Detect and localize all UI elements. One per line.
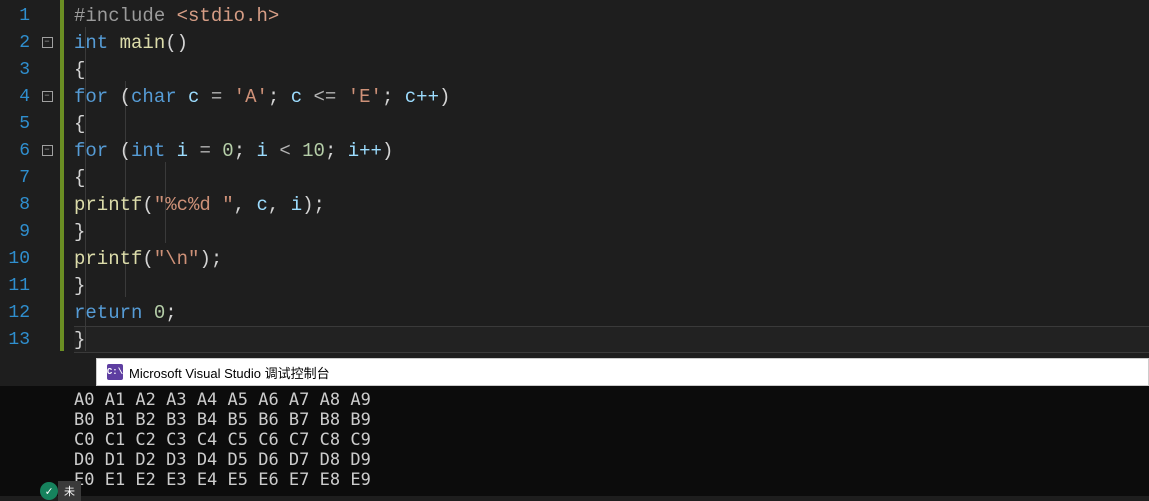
line-number: 13 <box>0 330 34 350</box>
code-line[interactable]: int main() <box>74 29 1149 56</box>
code-line[interactable]: #include <stdio.h> <box>74 2 1149 29</box>
line-number: 9 <box>0 222 34 242</box>
status-check-icon[interactable]: ✓ <box>40 482 58 500</box>
fold-toggle-icon[interactable]: − <box>42 37 53 48</box>
include-token: <stdio.h> <box>177 5 280 27</box>
code-editor[interactable]: 1 2− 3 4− 5 6− 7 8 9 10 11 12 13 #includ… <box>0 0 1149 358</box>
console-output[interactable]: A0 A1 A2 A3 A4 A5 A6 A7 A8 A9 B0 B1 B2 B… <box>0 386 1149 496</box>
console-titlebar[interactable]: C:\ Microsoft Visual Studio 调试控制台 <box>96 358 1149 386</box>
code-line[interactable]: printf("%c%d ", c, i); <box>74 191 1149 218</box>
line-number: 1 <box>0 6 34 26</box>
function-token: main <box>108 32 165 54</box>
line-number: 6 <box>0 141 34 161</box>
console-title-text: Microsoft Visual Studio 调试控制台 <box>129 363 330 382</box>
code-line[interactable]: for (int i = 0; i < 10; i++) <box>74 137 1149 164</box>
preprocessor-token: #include <box>74 5 177 27</box>
line-number: 4 <box>0 87 34 107</box>
code-line[interactable]: return 0; <box>74 299 1149 326</box>
type-token: char <box>131 86 177 108</box>
function-call: printf <box>74 194 142 216</box>
brace-token: { <box>74 59 85 81</box>
brace-token: } <box>74 275 85 297</box>
punct-token: () <box>165 32 188 54</box>
editor-gutter: 1 2− 3 4− 5 6− 7 8 9 10 11 12 13 <box>0 0 60 358</box>
code-area[interactable]: #include <stdio.h> int main() { for (cha… <box>60 0 1149 358</box>
debug-console-window: C:\ Microsoft Visual Studio 调试控制台 A0 A1 … <box>0 358 1149 496</box>
code-line-active[interactable]: } <box>74 326 1149 353</box>
keyword-token: return <box>74 302 142 324</box>
brace-token: } <box>74 221 85 243</box>
fold-toggle-icon[interactable]: − <box>42 145 53 156</box>
string-literal: "\n" <box>154 248 200 270</box>
line-number: 11 <box>0 276 34 296</box>
line-number: 3 <box>0 60 34 80</box>
keyword-token: for <box>74 140 108 162</box>
code-line[interactable]: { <box>74 164 1149 191</box>
type-token: int <box>131 140 165 162</box>
code-line[interactable]: for (char c = 'A'; c <= 'E'; c++) <box>74 83 1149 110</box>
char-literal: 'E' <box>348 86 382 108</box>
line-number: 10 <box>0 249 34 269</box>
line-number: 12 <box>0 303 34 323</box>
line-number: 8 <box>0 195 34 215</box>
status-bar: ✓ 未 <box>0 481 81 501</box>
keyword-token: for <box>74 86 108 108</box>
keyword-token: int <box>74 32 108 54</box>
brace-token: { <box>74 167 85 189</box>
code-line[interactable]: } <box>74 272 1149 299</box>
code-line[interactable]: { <box>74 110 1149 137</box>
console-app-icon: C:\ <box>107 364 123 380</box>
number-token: 0 <box>154 302 165 324</box>
function-call: printf <box>74 248 142 270</box>
line-number: 5 <box>0 114 34 134</box>
code-line[interactable]: } <box>74 218 1149 245</box>
string-literal: "%c%d " <box>154 194 234 216</box>
code-line[interactable]: printf("\n"); <box>74 245 1149 272</box>
line-number: 7 <box>0 168 34 188</box>
char-literal: 'A' <box>234 86 268 108</box>
fold-toggle-icon[interactable]: − <box>42 91 53 102</box>
status-text: 未 <box>58 481 81 501</box>
line-number: 2 <box>0 33 34 53</box>
brace-token: } <box>74 329 85 351</box>
number-token: 10 <box>302 140 325 162</box>
brace-token: { <box>74 113 85 135</box>
code-line[interactable]: { <box>74 56 1149 83</box>
number-token: 0 <box>222 140 233 162</box>
